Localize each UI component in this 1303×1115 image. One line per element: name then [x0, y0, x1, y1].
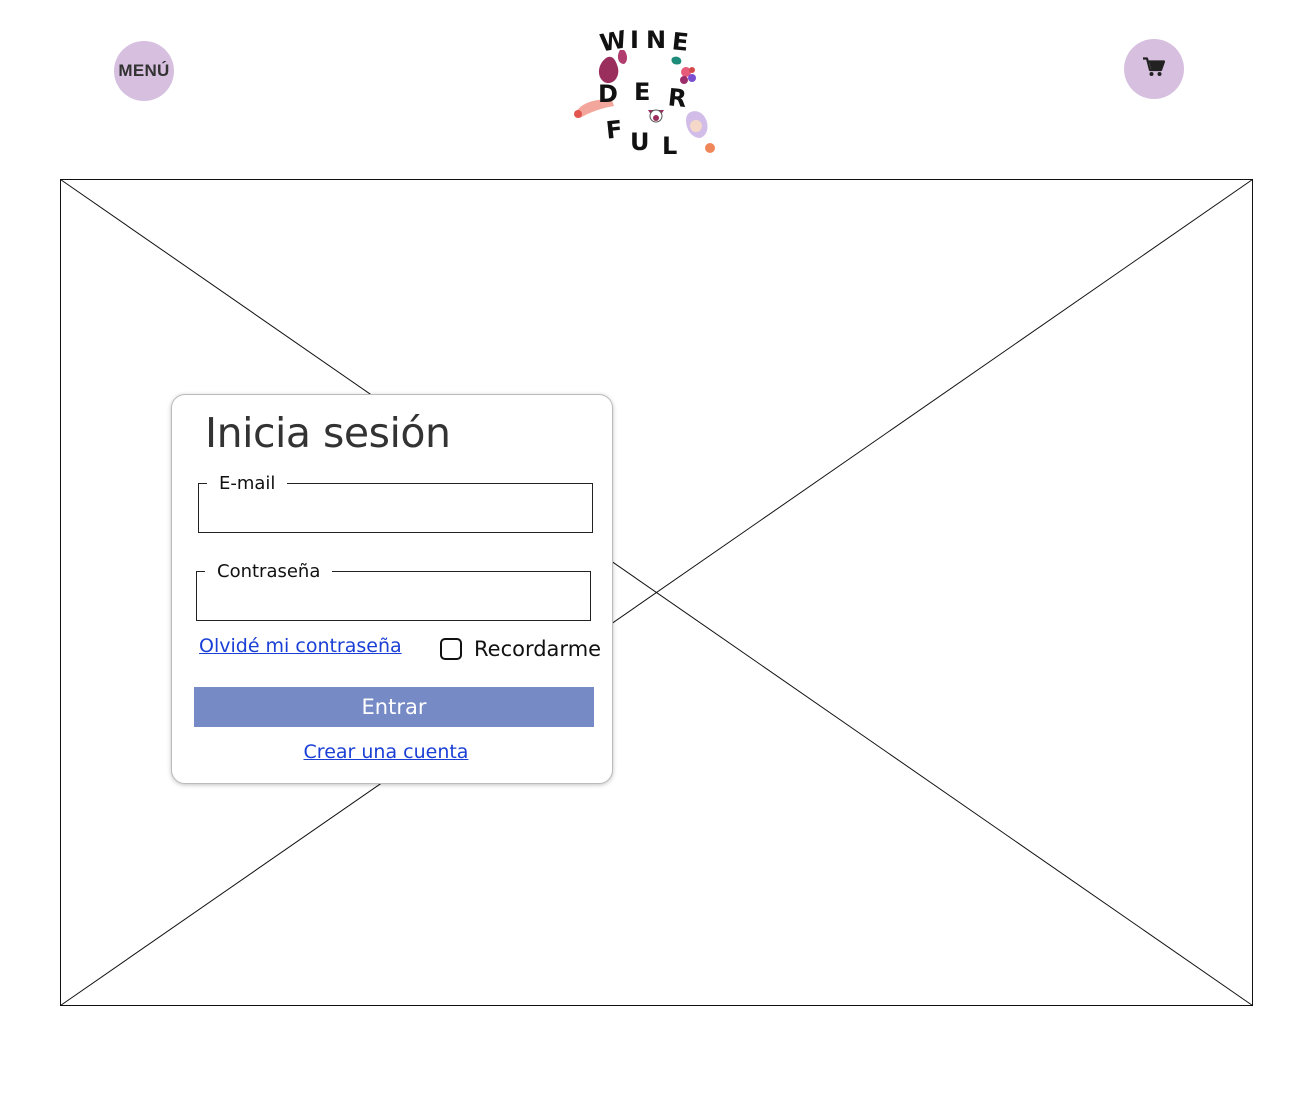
email-label: E-mail — [219, 473, 276, 494]
svg-text:I: I — [630, 26, 639, 54]
svg-text:F: F — [605, 115, 624, 145]
svg-text:E: E — [671, 27, 690, 57]
wine-der-ful-logo[interactable]: W I N E D E R F U L — [568, 20, 720, 160]
remember-me-toggle[interactable]: Recordarme — [440, 637, 601, 661]
login-card: Inicia sesión E-mail Contraseña Olvidé m… — [171, 394, 613, 784]
remember-me-label: Recordarme — [474, 637, 602, 661]
svg-text:U: U — [630, 128, 650, 156]
cart-button[interactable] — [1124, 39, 1184, 99]
svg-text:L: L — [662, 132, 677, 160]
password-input[interactable] — [197, 582, 590, 612]
login-submit-button[interactable]: Entrar — [194, 687, 594, 727]
create-account-link[interactable]: Crear una cuenta — [172, 741, 600, 763]
login-title: Inicia sesión — [205, 409, 451, 457]
svg-text:N: N — [646, 26, 666, 54]
forgot-password-link[interactable]: Olvidé mi contraseña — [199, 635, 402, 657]
remember-me-checkbox[interactable] — [440, 638, 462, 660]
password-field[interactable]: Contraseña — [196, 561, 591, 621]
cart-icon — [1143, 56, 1166, 82]
svg-text:D: D — [598, 80, 618, 108]
svg-text:R: R — [667, 83, 688, 113]
email-input[interactable] — [199, 494, 592, 524]
menu-button[interactable]: MENÚ — [114, 41, 174, 101]
menu-button-label: MENÚ — [118, 61, 170, 80]
password-label: Contraseña — [217, 561, 321, 582]
svg-text:E: E — [634, 78, 650, 106]
email-field[interactable]: E-mail — [198, 473, 593, 533]
svg-text:W: W — [598, 25, 629, 57]
